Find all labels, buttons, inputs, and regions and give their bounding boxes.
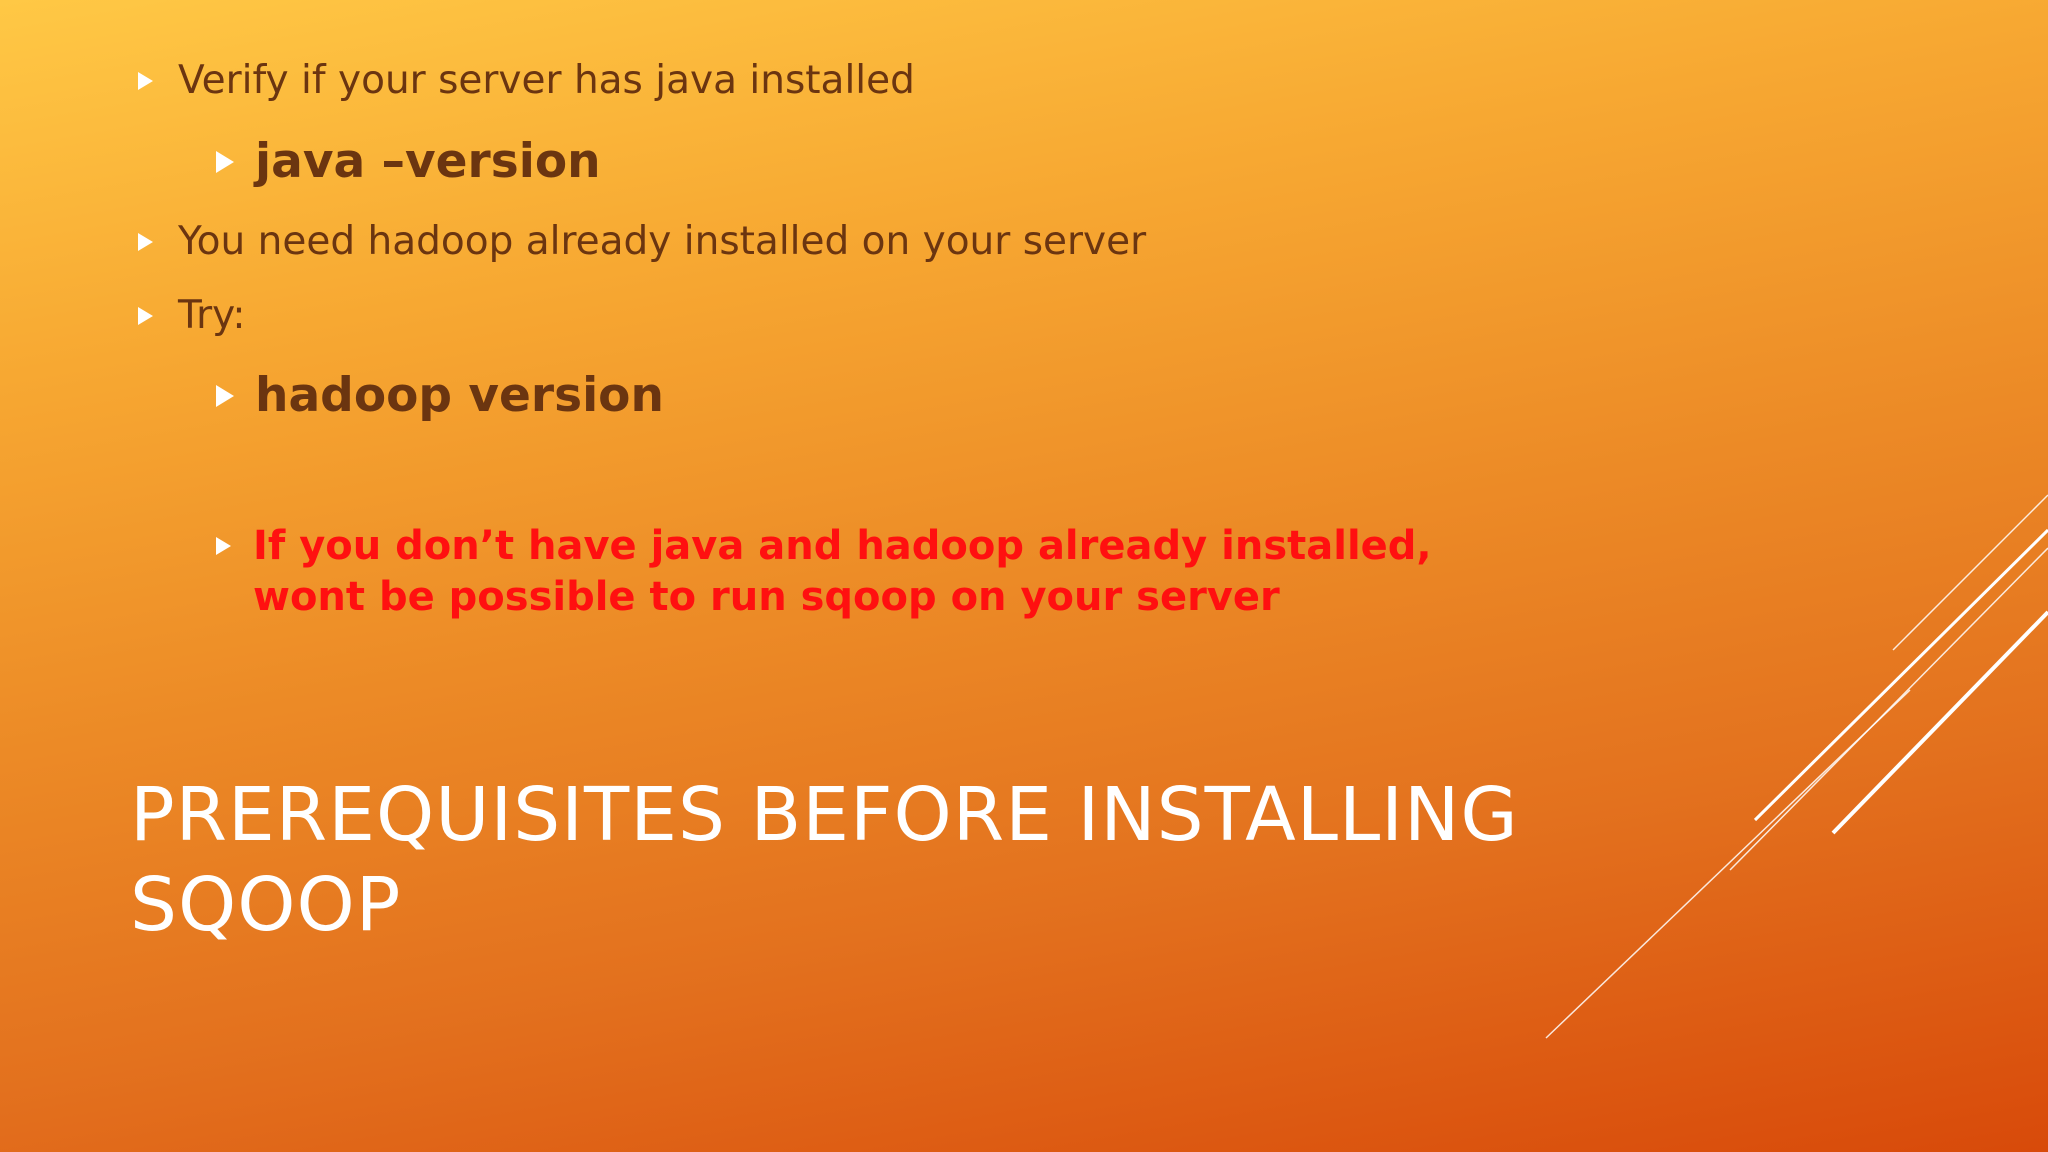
deco-line bbox=[1831, 610, 2048, 835]
slide: Verify if your server has java installed… bbox=[0, 0, 2048, 1152]
decorative-lines bbox=[1545, 494, 2048, 1039]
deco-line bbox=[1729, 547, 2048, 871]
deco-line bbox=[1545, 689, 1911, 1039]
deco-line bbox=[1753, 528, 2048, 822]
